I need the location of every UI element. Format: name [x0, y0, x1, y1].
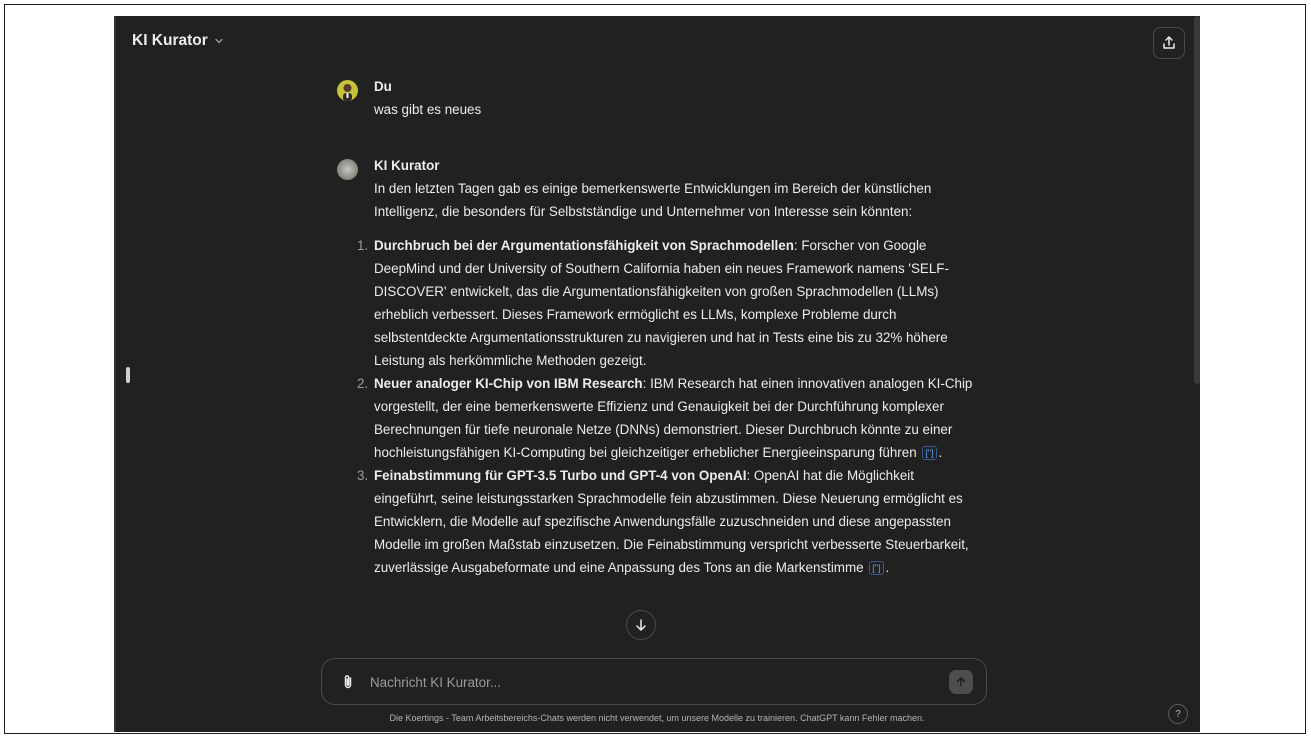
list-item-tail: . — [938, 445, 943, 460]
list-item: 3. Feinabstimmung für GPT-3.5 Turbo und … — [357, 464, 977, 579]
list-item-heading: Durchbruch bei der Argumentationsfähigke… — [374, 238, 794, 253]
chat-app-window: KI Kurator Du was gibt es neues KI Kurat… — [114, 16, 1200, 732]
arrow-up-icon — [956, 677, 966, 687]
news-list: 1. Durchbruch bei der Argumentationsfähi… — [357, 234, 977, 579]
user-sender-name: Du — [374, 79, 392, 94]
list-item-text: : OpenAI hat die Möglichkeit eingeführt,… — [374, 468, 969, 575]
send-button[interactable] — [949, 670, 973, 694]
list-item-heading: Feinabstimmung für GPT-3.5 Turbo und GPT… — [374, 468, 747, 483]
list-item: 2. Neuer analoger KI-Chip von IBM Resear… — [357, 372, 977, 464]
conversation-thread: Du was gibt es neues KI Kurator In den l… — [337, 78, 977, 579]
list-item-text: : Forscher von Google DeepMind und der U… — [374, 238, 949, 368]
list-item-heading: Neuer analoger KI-Chip von IBM Research — [374, 376, 643, 391]
assistant-avatar — [337, 159, 358, 180]
user-avatar — [337, 80, 358, 101]
help-button[interactable]: ? — [1168, 704, 1188, 724]
message-composer — [321, 658, 987, 705]
sidebar-toggle-handle[interactable] — [126, 367, 130, 383]
help-label: ? — [1175, 708, 1181, 720]
share-button[interactable] — [1153, 27, 1185, 59]
scroll-to-bottom-button[interactable] — [626, 610, 656, 640]
assistant-message: KI Kurator In den letzten Tagen gab es e… — [337, 157, 977, 579]
paperclip-icon — [344, 675, 352, 689]
citation-link[interactable]: ["] — [922, 446, 937, 460]
chat-title: KI Kurator — [132, 32, 208, 49]
citation-link[interactable]: ["] — [869, 561, 884, 575]
window-left-edge — [114, 16, 116, 732]
user-message: Du was gibt es neues — [337, 78, 977, 121]
list-number: 3. — [357, 468, 369, 483]
share-icon — [1163, 36, 1175, 49]
chevron-down-icon — [214, 36, 224, 49]
arrow-down-icon — [636, 619, 646, 631]
assistant-intro-text: In den letzten Tagen gab es einige bemer… — [374, 181, 932, 219]
list-item: 1. Durchbruch bei der Argumentationsfähi… — [357, 234, 977, 372]
list-item-tail: . — [885, 560, 890, 575]
user-message-text: was gibt es neues — [374, 102, 482, 117]
list-number: 2. — [357, 376, 369, 391]
scrollbar-thumb[interactable] — [1194, 16, 1200, 384]
message-input[interactable] — [370, 672, 930, 692]
list-number: 1. — [357, 238, 369, 253]
disclaimer-text: Die Koertings - Team Arbeitsbereichs-Cha… — [389, 713, 925, 723]
model-selector[interactable]: KI Kurator — [132, 32, 224, 50]
assistant-sender-name: KI Kurator — [374, 158, 440, 173]
attach-button[interactable] — [338, 672, 358, 692]
